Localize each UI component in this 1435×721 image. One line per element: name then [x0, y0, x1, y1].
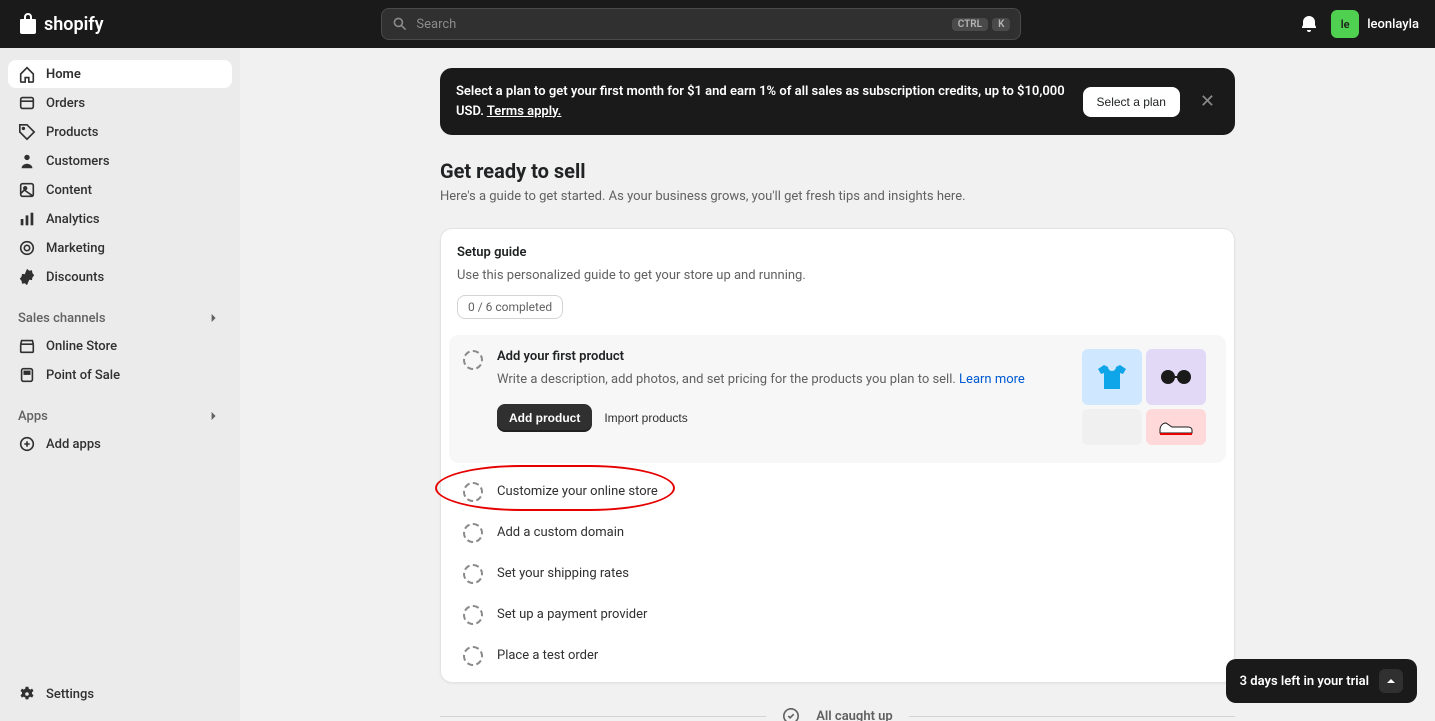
close-icon[interactable]: ✕ — [1196, 93, 1219, 111]
step-test-order[interactable]: Place a test order — [441, 635, 1234, 682]
nav-content[interactable]: Content — [8, 176, 232, 204]
nav-marketing[interactable]: Marketing — [8, 234, 232, 262]
nav-add-apps[interactable]: Add apps — [8, 430, 232, 458]
trial-pill[interactable]: 3 days left in your trial — [1226, 659, 1417, 703]
step-shipping-rates[interactable]: Set your shipping rates — [441, 553, 1234, 594]
caught-up-divider: All caught up — [440, 683, 1235, 721]
tag-icon — [18, 123, 36, 141]
plus-circle-icon — [18, 435, 36, 453]
nav-discounts[interactable]: Discounts — [8, 263, 232, 291]
person-icon — [18, 152, 36, 170]
chevron-up-icon — [1379, 669, 1403, 693]
tshirt-icon — [1092, 357, 1132, 397]
step-title: Add your first product — [497, 349, 1068, 364]
check-circle-icon — [782, 707, 800, 721]
main-content: Select a plan to get your first month fo… — [240, 48, 1435, 721]
home-icon — [18, 65, 36, 83]
nav-orders[interactable]: Orders — [8, 89, 232, 117]
page-title: Get ready to sell — [440, 159, 1235, 183]
step-customize-store[interactable]: Customize your online store — [441, 471, 1234, 512]
terms-link[interactable]: Terms apply. — [487, 104, 562, 119]
sunglasses-icon — [1156, 367, 1196, 387]
avatar: le — [1331, 10, 1359, 38]
user-menu[interactable]: le leonlayla — [1331, 10, 1419, 38]
search-input[interactable]: Search CTRL K — [381, 8, 1021, 40]
step-circle-icon — [463, 350, 483, 370]
step-custom-domain[interactable]: Add a custom domain — [441, 512, 1234, 553]
kbd-ctrl: CTRL — [952, 18, 988, 31]
chart-icon — [18, 210, 36, 228]
nav-customers[interactable]: Customers — [8, 147, 232, 175]
step-add-product[interactable]: Add your first product Write a descripti… — [449, 335, 1226, 463]
setup-guide-card: Setup guide Use this personalized guide … — [440, 228, 1235, 683]
shopify-bag-icon — [16, 12, 40, 36]
progress-badge: 0 / 6 completed — [457, 295, 563, 319]
page-subtitle: Here's a guide to get started. As your b… — [440, 189, 1235, 204]
apps-header[interactable]: Apps — [8, 402, 232, 430]
shoe-icon — [1156, 415, 1196, 439]
sidebar: Home Orders Products Customers Content A… — [0, 48, 240, 721]
nav-online-store[interactable]: Online Store — [8, 332, 232, 360]
target-icon — [18, 239, 36, 257]
trial-label: 3 days left in your trial — [1240, 674, 1369, 689]
pos-icon — [18, 366, 36, 384]
step-circle-icon — [463, 646, 483, 666]
image-icon — [18, 181, 36, 199]
plan-banner: Select a plan to get your first month fo… — [440, 68, 1235, 135]
import-products-button[interactable]: Import products — [604, 411, 687, 425]
step-payment-provider[interactable]: Set up a payment provider — [441, 594, 1234, 635]
nav-analytics[interactable]: Analytics — [8, 205, 232, 233]
banner-text: Select a plan to get your first month fo… — [456, 82, 1067, 121]
step-circle-icon — [463, 482, 483, 502]
sales-channels-header[interactable]: Sales channels — [8, 304, 232, 332]
chevron-right-icon — [206, 408, 222, 424]
step-circle-icon — [463, 523, 483, 543]
nav-products[interactable]: Products — [8, 118, 232, 146]
learn-more-link[interactable]: Learn more — [959, 372, 1025, 387]
top-bar: shopify Search CTRL K le leonlayla — [0, 0, 1435, 48]
topbar-right: le leonlayla — [1299, 10, 1419, 38]
username: leonlayla — [1367, 17, 1419, 32]
nav-settings[interactable]: Settings — [8, 680, 232, 708]
orders-icon — [18, 94, 36, 112]
add-product-button[interactable]: Add product — [497, 404, 592, 432]
search-container: Search CTRL K — [381, 8, 1021, 40]
step-circle-icon — [463, 605, 483, 625]
step-circle-icon — [463, 564, 483, 584]
store-icon — [18, 337, 36, 355]
nav-point-of-sale[interactable]: Point of Sale — [8, 361, 232, 389]
gear-icon — [18, 685, 36, 703]
bell-icon[interactable] — [1299, 14, 1319, 34]
step-desc: Write a description, add photos, and set… — [497, 370, 1068, 390]
search-icon — [392, 16, 408, 32]
guide-desc: Use this personalized guide to get your … — [457, 268, 1218, 283]
chevron-right-icon — [206, 310, 222, 326]
shopify-logo[interactable]: shopify — [16, 12, 104, 36]
product-illustration — [1082, 349, 1212, 449]
search-shortcut: CTRL K — [952, 18, 1011, 31]
brand-text: shopify — [44, 14, 104, 35]
select-plan-button[interactable]: Select a plan — [1083, 87, 1180, 117]
discount-icon — [18, 268, 36, 286]
guide-title: Setup guide — [457, 245, 1218, 260]
nav-home[interactable]: Home — [8, 60, 232, 88]
search-placeholder: Search — [416, 17, 943, 32]
kbd-k: K — [992, 18, 1010, 31]
